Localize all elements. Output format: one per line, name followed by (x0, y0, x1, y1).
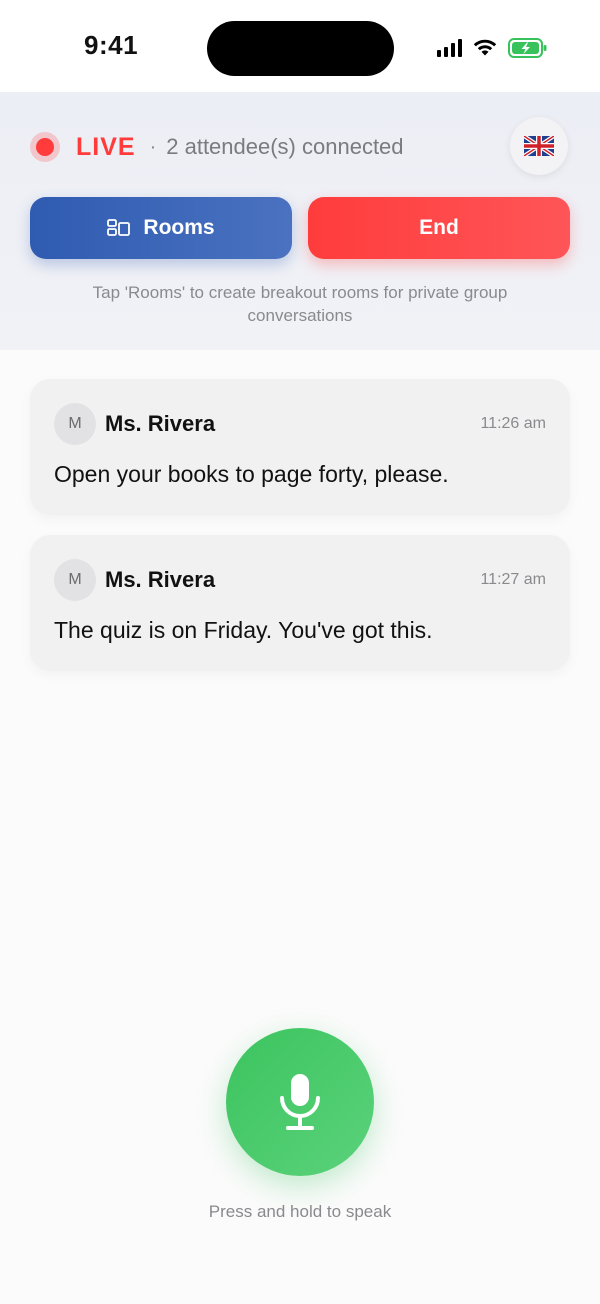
status-icons (437, 36, 548, 60)
rooms-button[interactable]: Rooms (30, 197, 292, 259)
uk-flag-icon (524, 136, 554, 156)
signal-icon (437, 39, 462, 57)
status-time: 9:41 (84, 30, 139, 60)
message-card: M Ms. Rivera 11:27 am The quiz is on Fri… (30, 535, 570, 671)
wifi-icon (472, 38, 498, 58)
app-screen: 9:41 LIVE · 2 attendee(s) connected Room… (0, 0, 600, 1304)
mic-hint: Press and hold to speak (208, 1202, 392, 1221)
message-text: The quiz is on Friday. You've got this. (54, 617, 433, 643)
dynamic-island (207, 21, 394, 76)
battery-charging-icon (508, 37, 548, 59)
language-button[interactable] (510, 117, 568, 175)
message-sender: Ms. Rivera (105, 567, 216, 592)
push-to-talk-button[interactable] (226, 1028, 374, 1176)
rooms-hint: Tap 'Rooms' to create breakout rooms for… (92, 283, 508, 325)
message-time: 11:27 am (480, 571, 546, 588)
end-session-button[interactable]: End (308, 197, 570, 259)
attendee-count: 2 attendee(s) connected (166, 134, 404, 159)
status-separator: · (149, 135, 157, 158)
status-bar: 9:41 (0, 0, 600, 92)
message-time: 11:26 am (480, 415, 546, 432)
rooms-button-label: Rooms (143, 216, 215, 239)
end-button-label: End (419, 216, 459, 239)
avatar: M (54, 403, 96, 445)
live-status: LIVE · 2 attendee(s) connected (30, 130, 404, 164)
message-card: M Ms. Rivera 11:26 am Open your books to… (30, 379, 570, 515)
live-indicator-icon (30, 132, 60, 162)
avatar: M (54, 559, 96, 601)
message-sender: Ms. Rivera (105, 411, 216, 436)
live-label: LIVE (76, 132, 136, 161)
message-text: Open your books to page forty, please. (54, 461, 449, 487)
microphone-icon (280, 1074, 320, 1130)
rooms-icon (107, 219, 131, 237)
